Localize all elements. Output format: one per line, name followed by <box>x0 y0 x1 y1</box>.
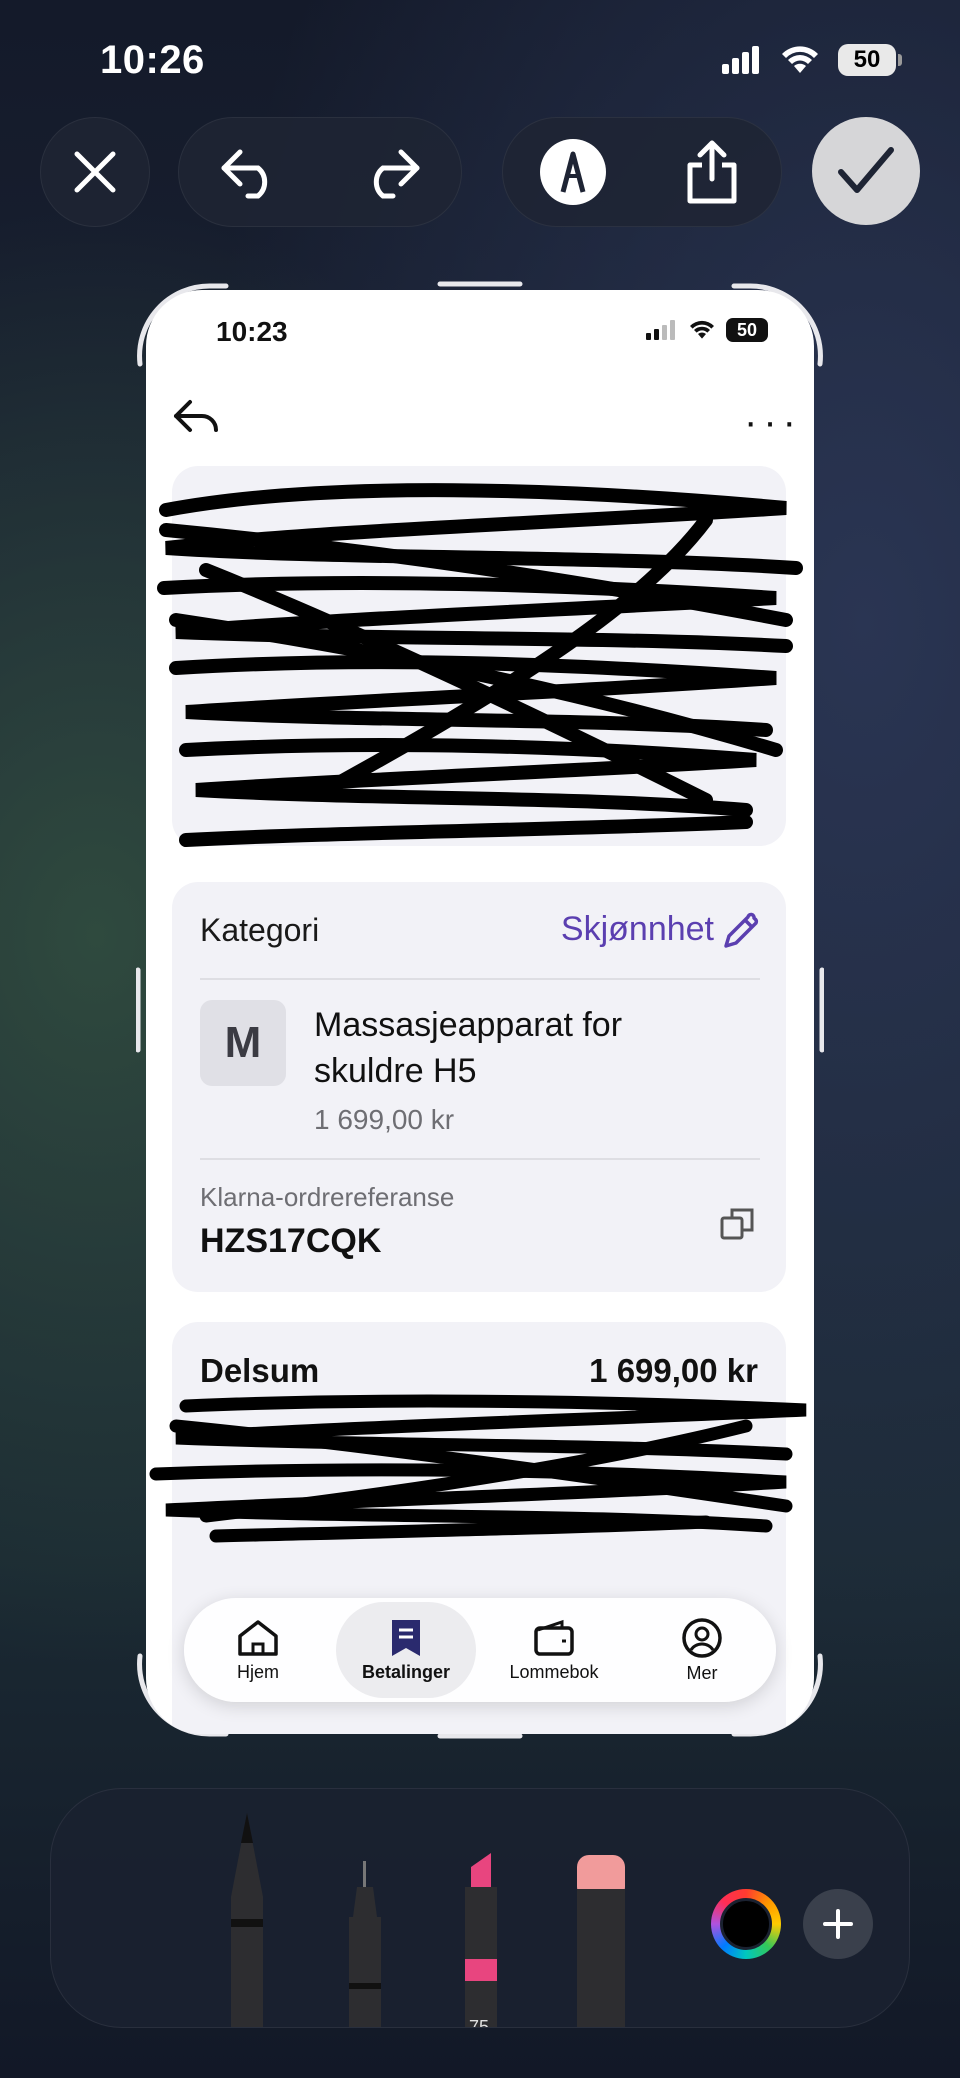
pen-tool[interactable] <box>217 1807 277 2027</box>
tab-bar: Hjem Betalinger Lommebok Mer <box>184 1598 776 1702</box>
wifi-icon <box>690 320 714 339</box>
tab-label: Lommebok <box>509 1661 599 1682</box>
tab-label: Betalinger <box>361 1661 451 1682</box>
category-card: Kategori Skjønnhet M Massasjeapparat for… <box>172 882 786 1292</box>
home-icon <box>238 1619 278 1656</box>
redo-button[interactable] <box>339 120 443 224</box>
tab-hjem[interactable]: Hjem <box>188 1602 328 1698</box>
cellular-signal-icon <box>722 46 759 74</box>
share-button[interactable] <box>660 120 764 224</box>
category-value[interactable]: Skjønnhet <box>561 910 714 949</box>
wallet-icon <box>534 1619 574 1656</box>
cellular-signal-icon <box>646 320 675 340</box>
order-reference-label: Klarna-ordrereferanse <box>200 1182 455 1212</box>
wifi-icon <box>782 46 818 73</box>
battery-indicator: 50 <box>726 318 768 342</box>
add-tool-button[interactable] <box>803 1889 873 1959</box>
close-button[interactable] <box>43 120 147 224</box>
product-price: 1 699,00 kr <box>314 1104 455 1135</box>
plus-icon <box>823 1909 853 1939</box>
screenshot-status-icons: 50 <box>646 318 768 342</box>
marker-tool[interactable] <box>451 1847 511 2027</box>
redo-icon <box>373 149 419 199</box>
redaction-scribble <box>157 483 803 847</box>
redaction-scribble <box>149 1394 807 1543</box>
more-options-icon[interactable]: ··· <box>744 400 802 445</box>
undo-icon <box>221 149 267 199</box>
eraser-tool[interactable] <box>571 1849 631 2027</box>
tab-betalinger[interactable]: Betalinger <box>336 1602 476 1698</box>
color-picker-icon[interactable] <box>711 1889 781 1959</box>
merchant-avatar: M <box>200 1000 286 1086</box>
category-label: Kategori <box>200 912 320 948</box>
divider <box>200 1158 760 1160</box>
status-icons: 50 <box>722 44 902 76</box>
close-pill <box>40 117 150 227</box>
close-icon <box>74 151 116 193</box>
fineliner-tool[interactable] <box>335 1857 395 2027</box>
subtotal-label: Delsum <box>200 1352 320 1389</box>
screenshot-preview: 10:23 50 ··· Kategori Skjønnhet M Massas… <box>146 290 814 1734</box>
markup-button[interactable] <box>521 120 625 224</box>
marker-opacity-label: 75 <box>469 2017 490 2028</box>
markup-pen-icon <box>539 139 606 205</box>
undo-redo-pill <box>178 117 462 227</box>
order-reference-value: HZS17CQK <box>200 1222 382 1260</box>
back-arrow-icon[interactable] <box>168 390 224 446</box>
status-time: 10:26 <box>100 38 205 82</box>
done-button[interactable] <box>812 117 920 225</box>
profile-icon <box>682 1617 722 1658</box>
copy-icon[interactable] <box>718 1204 758 1244</box>
checkmark-icon <box>838 147 894 193</box>
tab-mer[interactable]: Mer <box>632 1602 772 1698</box>
divider <box>200 978 760 980</box>
pencil-edit-icon[interactable] <box>720 912 760 952</box>
tab-label: Hjem <box>236 1661 279 1682</box>
undo-button[interactable] <box>198 120 302 224</box>
receipt-icon <box>392 1619 420 1656</box>
subtotal-value: 1 699,00 kr <box>589 1352 758 1389</box>
product-name: Massasjeapparat for skuldre H5 <box>314 1006 623 1090</box>
screenshot-status-time: 10:23 <box>216 316 288 347</box>
battery-indicator: 50 <box>838 44 902 76</box>
markup-share-pill <box>502 117 782 227</box>
tab-label: Mer <box>686 1662 718 1683</box>
tool-palette: 75 <box>50 1788 910 2028</box>
tab-lommebok[interactable]: Lommebok <box>484 1602 624 1698</box>
share-icon <box>687 140 736 204</box>
